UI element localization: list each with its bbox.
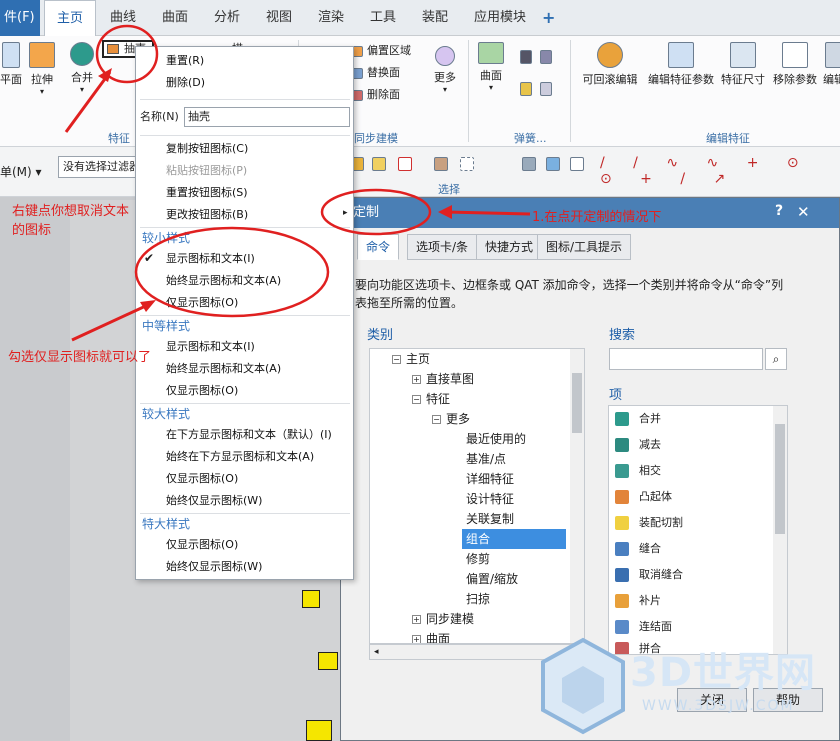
annotation-right-click: 右键点你想取消文本的图标 — [12, 204, 130, 238]
annotation-arrow — [64, 71, 112, 133]
annotation-arrow — [445, 210, 531, 216]
annotation-circle-customize — [320, 188, 432, 236]
annotation-circle-styles — [134, 226, 330, 318]
watermark-url: WWW.3DSJW.COM — [642, 698, 795, 714]
watermark-brand: 3D世界网 — [630, 650, 817, 696]
watermark: 3D世界网 WWW.3DSJW.COM — [538, 632, 840, 741]
annotation-arrowhead — [438, 205, 452, 219]
annotation-arrow — [71, 302, 151, 342]
annotation-customize-open: 1.在点开定制的情况下 — [532, 210, 662, 225]
annotation-check-icon-only: 勾选仅显示图标就可以了 — [8, 350, 152, 365]
annotation-overlay — [64, 24, 531, 342]
watermark-cube-logo — [541, 637, 625, 735]
annotation-arrowhead — [98, 68, 112, 82]
